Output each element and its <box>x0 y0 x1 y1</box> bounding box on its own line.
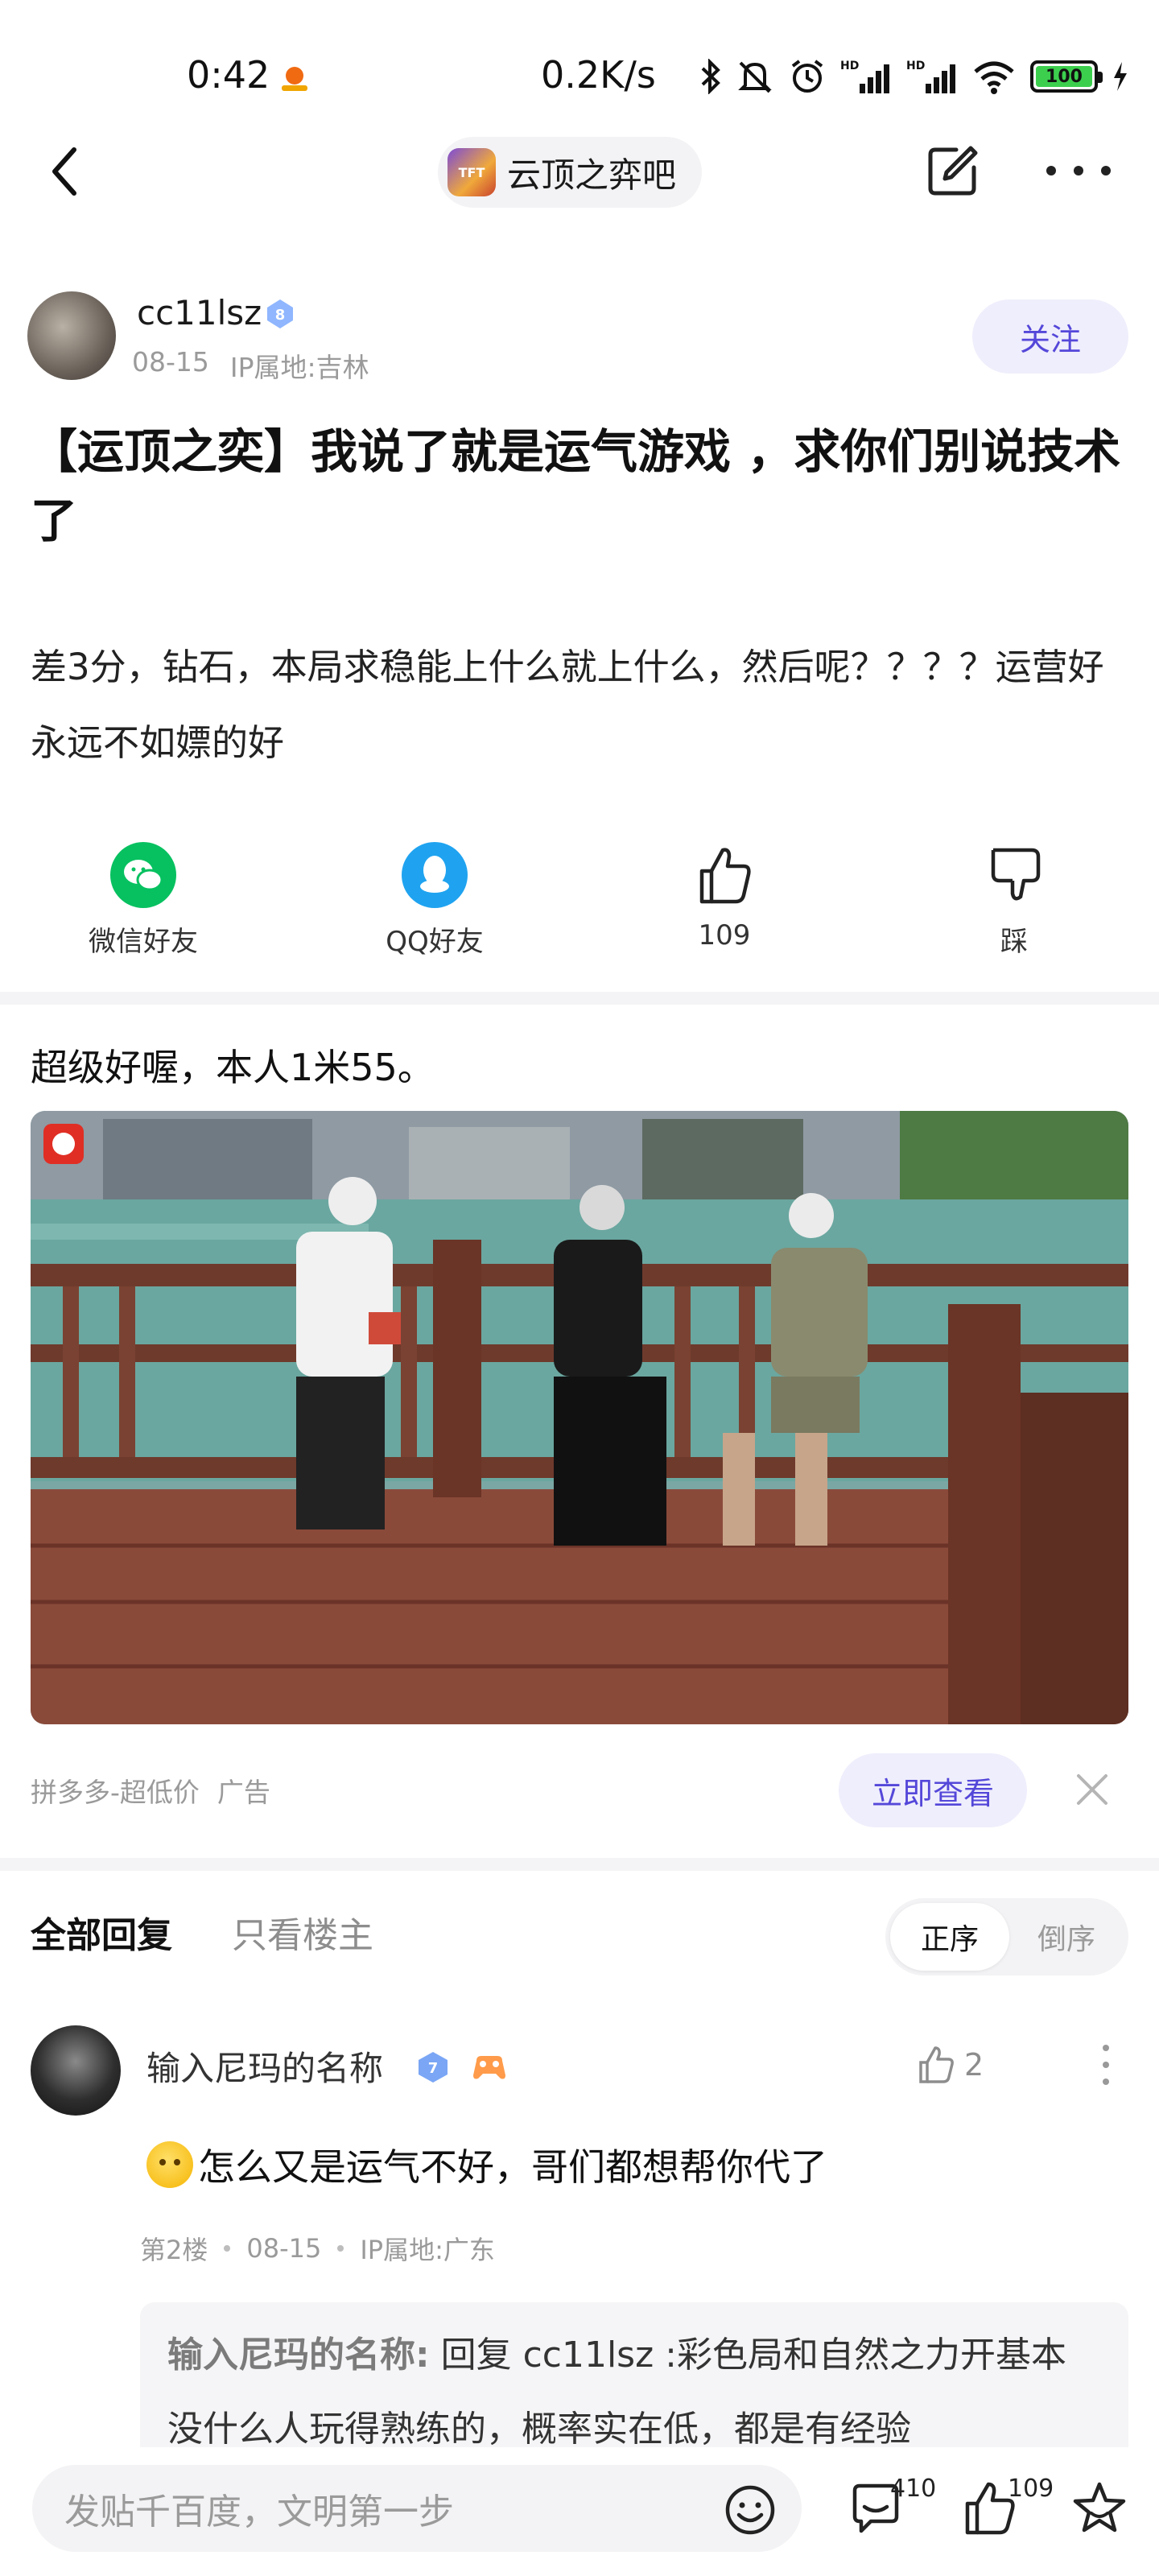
more-dot <box>1103 2045 1109 2051</box>
ip-location: IP属地:吉林 <box>229 352 369 383</box>
alarm-icon <box>791 60 823 93</box>
ad-tag: 广告 <box>217 1777 270 1808</box>
svg-text:HD: HD <box>906 60 925 72</box>
reply-tabs: 全部回复 只看楼主 <box>31 1906 373 1958</box>
forum-pill[interactable]: TFT 云顶之弈吧 <box>438 137 703 208</box>
svg-text:7: 7 <box>428 2060 439 2077</box>
author-meta: 08-15 IP属地:吉林 <box>132 346 369 385</box>
more-dot <box>1074 166 1083 175</box>
mute-icon <box>738 61 772 93</box>
emoji-icon[interactable] <box>724 2484 776 2536</box>
battery-icon: 100 <box>1030 60 1103 93</box>
like-button[interactable]: 109 <box>628 842 821 952</box>
thumbs-down-icon <box>991 848 1041 901</box>
follow-button[interactable]: 关注 <box>972 299 1128 374</box>
notification-icon <box>282 67 307 91</box>
reply-like-count: 2 <box>964 2047 984 2083</box>
section-divider <box>0 1858 1159 1871</box>
reply-date: 08-15 <box>246 2233 322 2264</box>
share-qq-button[interactable]: QQ好友 <box>338 842 531 959</box>
charging-icon <box>1114 62 1127 91</box>
reply-content: 怎么又是运气不好，哥们都想帮你代了 <box>146 2138 827 2191</box>
sort-desc-button[interactable]: 倒序 <box>1009 1916 1124 1958</box>
reply-input-placeholder: 发贴千百度，文明第一步 <box>64 2491 454 2533</box>
share-qq-label: QQ好友 <box>386 926 484 958</box>
status-bar: 0:42 0.2K/s HD HD 100 <box>0 0 1159 121</box>
more-dot <box>1046 166 1056 175</box>
reply-text: 怎么又是运气不好，哥们都想帮你代了 <box>198 2145 827 2189</box>
qq-icon <box>402 842 468 908</box>
share-row: 微信好友 QQ好友 109 踩 <box>0 842 1159 963</box>
reply-more-button[interactable] <box>1101 2045 1111 2085</box>
author-avatar[interactable] <box>27 291 116 380</box>
sort-toggle: 正序 倒序 <box>885 1898 1128 1975</box>
share-wechat-label: 微信好友 <box>89 926 198 958</box>
post-body: 差3分，钻石，本局求稳能上什么就上什么，然后呢？？？？运营好永远不如嫖的好 <box>31 646 1104 764</box>
ad-source-name: 拼多多-超低价 <box>31 1777 200 1808</box>
post-title: 【运顶之奕】我说了就是运气游戏 ，求你们别说技术了 <box>31 424 1121 548</box>
tab-all-replies[interactable]: 全部回复 <box>31 1906 172 1958</box>
share-wechat-button[interactable]: 微信好友 <box>47 842 240 959</box>
separator-dot <box>337 2245 344 2252</box>
tab-op-only[interactable]: 只看楼主 <box>232 1906 373 1958</box>
reply-floor: 第2楼 <box>140 2235 208 2265</box>
like-count: 109 <box>698 919 751 952</box>
dislike-label: 踩 <box>1000 926 1028 958</box>
close-icon[interactable] <box>1072 1769 1112 1810</box>
ad-cta-button[interactable]: 立即查看 <box>839 1753 1027 1827</box>
more-dot <box>1103 2062 1109 2068</box>
signal-icon: HD <box>840 60 889 93</box>
game-badge-icon <box>473 2056 505 2079</box>
more-dot <box>1101 166 1111 175</box>
more-dot <box>1103 2079 1109 2085</box>
reply-input[interactable]: 发贴千百度，文明第一步 <box>32 2465 802 2552</box>
author-name[interactable]: cc11lsz <box>137 293 262 332</box>
smile-emoji-icon <box>146 2141 193 2188</box>
ad-source: 拼多多-超低价 广告 <box>31 1771 270 1810</box>
thumbs-up-icon <box>699 848 751 904</box>
ad-caption: 超级好喔，本人1米55。 <box>31 1046 435 1089</box>
level-badge-icon: 8 <box>267 299 293 328</box>
thumbs-up-icon <box>919 2046 954 2083</box>
reply-like-button[interactable]: 2 <box>916 2045 984 2085</box>
bluetooth-icon <box>701 59 720 94</box>
svg-text:HD: HD <box>840 60 859 72</box>
dislike-button[interactable]: 踩 <box>918 842 1111 959</box>
status-icons: HD HD 100 <box>700 56 1128 97</box>
reply-ip-location: IP属地:广东 <box>360 2235 495 2265</box>
reply-meta: 第2楼 08-15 IP属地:广东 <box>140 2230 495 2267</box>
back-icon[interactable] <box>42 143 90 200</box>
ad-photo <box>31 1111 1128 1724</box>
separator-dot <box>224 2245 231 2252</box>
wechat-icon <box>110 842 176 908</box>
star-icon[interactable] <box>1070 2479 1128 2537</box>
sub-reply-author: 输入尼玛的名称: <box>167 2334 430 2376</box>
section-divider <box>0 992 1159 1005</box>
edit-icon[interactable] <box>924 143 980 200</box>
bottom-bar: 发贴千百度，文明第一步 410 109 <box>0 2447 1159 2576</box>
forum-name: 云顶之弈吧 <box>507 155 677 195</box>
sort-asc-button[interactable]: 正序 <box>890 1903 1009 1971</box>
bottom-like-count: 109 <box>1008 2475 1054 2503</box>
wifi-icon <box>974 61 1014 94</box>
status-time: 0:42 <box>187 53 270 97</box>
top-nav: TFT 云顶之弈吧 <box>0 129 1159 217</box>
signal-2-icon: HD <box>906 60 955 93</box>
forum-avatar: TFT <box>448 148 496 196</box>
level-badge-icon: 7 <box>419 2052 448 2083</box>
ad-image[interactable] <box>31 1111 1128 1724</box>
post-date: 08-15 <box>132 346 209 378</box>
reply-author-name[interactable]: 输入尼玛的名称 <box>146 2041 383 2091</box>
more-menu-button[interactable] <box>1046 147 1111 195</box>
reply-avatar[interactable] <box>31 2025 121 2116</box>
comment-count: 410 <box>890 2475 937 2503</box>
network-speed: 0.2K/s <box>541 53 656 97</box>
svg-text:8: 8 <box>275 307 286 324</box>
